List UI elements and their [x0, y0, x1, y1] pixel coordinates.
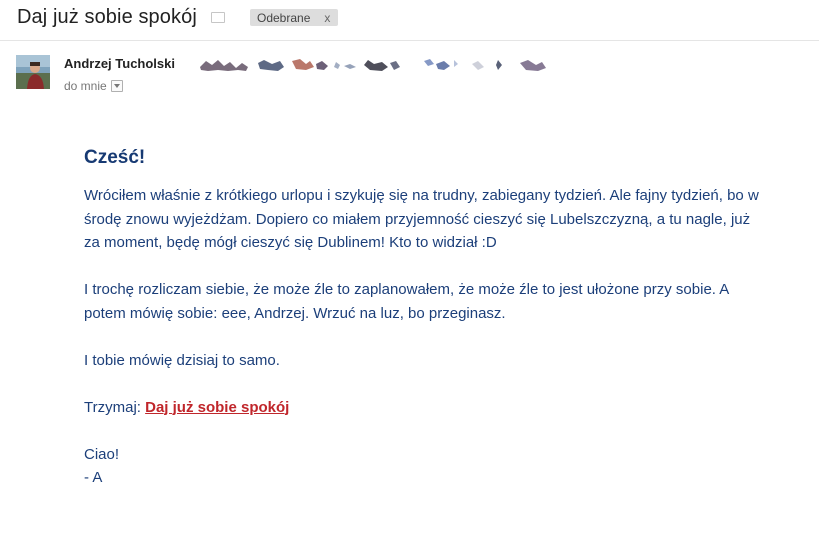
remove-label-button[interactable]: x	[324, 11, 330, 25]
recipient-label: do mnie	[64, 79, 107, 93]
email-subject: Daj już sobie spokój	[17, 6, 197, 28]
label-tag-icon[interactable]	[211, 12, 225, 23]
signature: - A	[84, 469, 103, 486]
recipient-line: do mnie	[64, 79, 123, 93]
article-link[interactable]: Daj już sobie spokój	[145, 399, 289, 416]
closing: Ciao!	[84, 445, 120, 463]
body-paragraph-1: Wróciłem właśnie z krótkiego urlopu i sz…	[84, 187, 759, 251]
greeting: Cześć!	[84, 147, 146, 168]
sender-avatar[interactable]	[16, 55, 50, 89]
body-paragraph-3: I tobie mówię dzisiaj to samo.	[84, 351, 280, 369]
link-line: Trzymaj: Daj już sobie spokój	[84, 396, 764, 420]
show-details-dropdown-icon[interactable]	[110, 80, 123, 92]
email-body: Cześć! Wróciłem właśnie z krótkiego urlo…	[84, 146, 764, 490]
body-paragraph-2: I trochę rozliczam siebie, że może źle t…	[84, 281, 729, 322]
subject-bar: Daj już sobie spokój Odebrane x	[0, 0, 819, 41]
inbox-label-text: Odebrane	[257, 10, 311, 25]
sender-name: Andrzej Tucholski	[64, 56, 175, 71]
link-prefix: Trzymaj:	[84, 398, 141, 416]
inbox-label-chip[interactable]: Odebrane x	[250, 9, 339, 26]
redacted-email-address	[200, 59, 546, 71]
